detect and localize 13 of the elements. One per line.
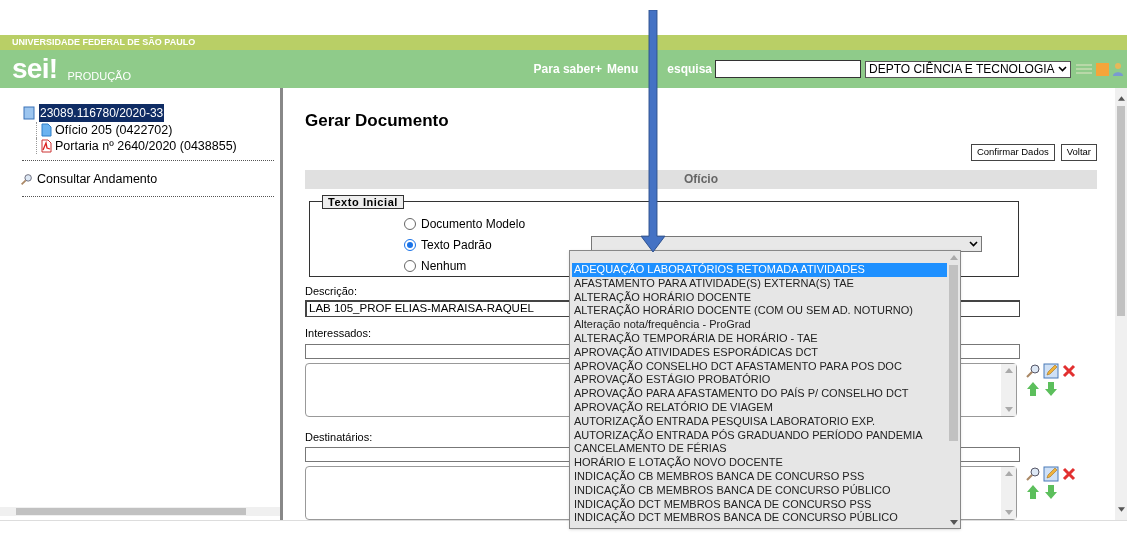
radio-label: Nenhum [421,257,467,275]
search-label: esquisa [667,61,712,78]
field-label: Destinatários: [305,429,373,445]
radio-label: Texto Padrão [421,236,492,254]
logo: sei! [12,55,58,83]
radio-label: Documento Modelo [421,215,526,233]
panel-legend: Texto Inicial [322,195,404,210]
environment-label: PRODUÇÃO [67,68,131,84]
field-label: Interessados: [305,326,372,341]
field-label: Descrição: [305,283,357,299]
page-title: Gerar Documento [305,110,450,132]
institution-name: UNIVERSIDADE FEDERAL DE SÃO PAULO [12,35,196,49]
section-header: Ofício [305,169,1097,190]
